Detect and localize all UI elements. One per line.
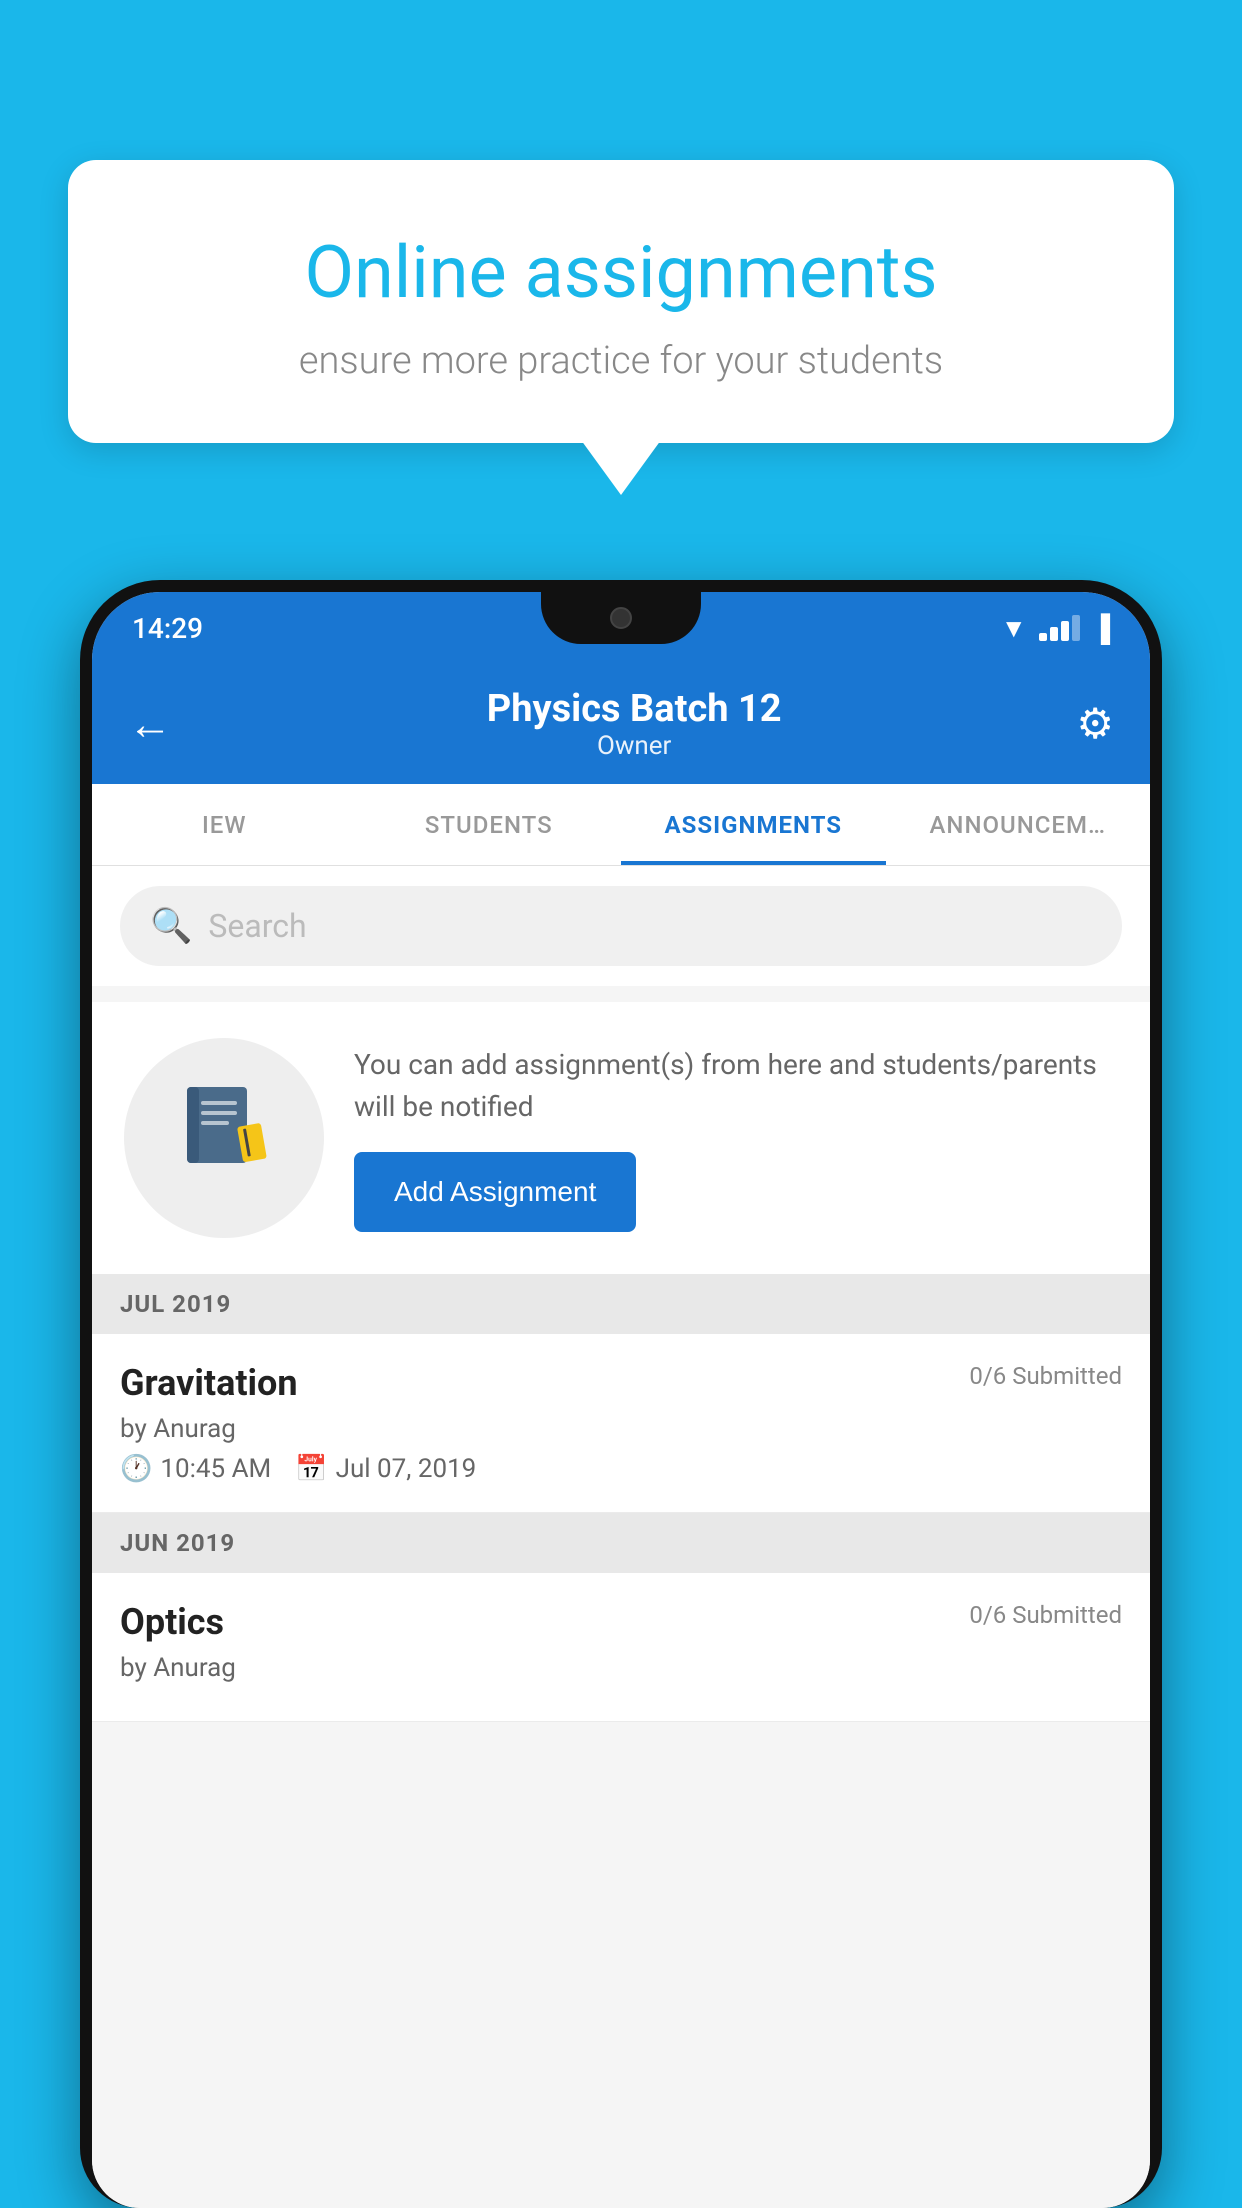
section-jul-label: JUL 2019 (120, 1290, 231, 1318)
table-row[interactable]: Gravitation 0/6 Submitted by Anurag 🕐 10… (92, 1334, 1150, 1513)
tab-iew[interactable]: IEW (92, 784, 357, 865)
header-center: Physics Batch 12 Owner (192, 687, 1076, 761)
info-card: You can add assignment(s) from here and … (92, 1002, 1150, 1274)
assignment-time-value: 10:45 AM (160, 1454, 271, 1484)
phone-frame: 14:29 ▼ ▐ ← Physics Batch 12 Owner (80, 580, 1162, 2208)
signal-icon (1039, 615, 1080, 641)
tab-iew-label: IEW (202, 811, 246, 839)
section-jun-label: JUN 2019 (120, 1529, 235, 1557)
app-header: ← Physics Batch 12 Owner ⚙ (92, 664, 1150, 784)
speech-bubble-title: Online assignments (148, 230, 1094, 315)
assignment-meta: 🕐 10:45 AM 📅 Jul 07, 2019 (120, 1454, 1122, 1484)
status-bar: 14:29 ▼ ▐ (92, 592, 1150, 664)
table-row[interactable]: Optics 0/6 Submitted by Anurag (92, 1573, 1150, 1722)
battery-icon: ▐ (1092, 613, 1110, 644)
assignment-header-row-optics: Optics 0/6 Submitted (120, 1601, 1122, 1643)
speech-bubble: Online assignments ensure more practice … (68, 160, 1174, 443)
assignment-title-optics: Optics (120, 1601, 224, 1643)
tab-bar: IEW STUDENTS ASSIGNMENTS ANNOUNCEM… (92, 784, 1150, 866)
phone-notch (541, 592, 701, 644)
tab-assignments-label: ASSIGNMENTS (664, 811, 842, 839)
assignment-submitted-count: 0/6 Submitted (969, 1362, 1122, 1390)
tab-students-label: STUDENTS (425, 811, 553, 839)
header-title: Physics Batch 12 (192, 687, 1076, 731)
assignment-time: 🕐 10:45 AM (120, 1454, 271, 1484)
phone-screen: 14:29 ▼ ▐ ← Physics Batch 12 Owner (92, 592, 1150, 2208)
wifi-icon: ▼ (1001, 613, 1027, 644)
speech-bubble-container: Online assignments ensure more practice … (68, 160, 1174, 443)
search-bar[interactable]: 🔍 Search (120, 886, 1122, 966)
tab-announcements[interactable]: ANNOUNCEM… (886, 784, 1151, 865)
assignment-title: Gravitation (120, 1362, 298, 1404)
assignment-date: 📅 Jul 07, 2019 (295, 1454, 476, 1484)
search-container: 🔍 Search (92, 866, 1150, 986)
status-time: 14:29 (132, 612, 203, 645)
calendar-icon: 📅 (295, 1454, 327, 1484)
section-jun-2019: JUN 2019 (92, 1513, 1150, 1573)
assignment-date-value: Jul 07, 2019 (336, 1454, 477, 1484)
settings-button[interactable]: ⚙ (1076, 699, 1114, 749)
notebook-icon (179, 1083, 269, 1193)
info-text-area: You can add assignment(s) from here and … (354, 1044, 1118, 1232)
search-icon: 🔍 (150, 906, 192, 946)
header-subtitle: Owner (192, 731, 1076, 761)
back-button[interactable]: ← (128, 698, 172, 750)
tab-announcements-label: ANNOUNCEM… (930, 811, 1106, 839)
section-jul-2019: JUL 2019 (92, 1274, 1150, 1334)
tab-assignments[interactable]: ASSIGNMENTS (621, 784, 886, 865)
speech-bubble-subtitle: ensure more practice for your students (148, 339, 1094, 383)
front-camera (610, 607, 632, 629)
tab-students[interactable]: STUDENTS (357, 784, 622, 865)
assignment-author-optics: by Anurag (120, 1653, 1122, 1683)
status-icons: ▼ ▐ (1001, 613, 1110, 644)
add-assignment-button[interactable]: Add Assignment (354, 1152, 636, 1232)
info-icon-circle (124, 1038, 324, 1238)
clock-icon: 🕐 (120, 1454, 152, 1484)
phone-content: 🔍 Search (92, 866, 1150, 2208)
assignment-header-row: Gravitation 0/6 Submitted (120, 1362, 1122, 1404)
search-placeholder: Search (208, 907, 306, 945)
assignment-submitted-count-optics: 0/6 Submitted (969, 1601, 1122, 1629)
info-description: You can add assignment(s) from here and … (354, 1044, 1118, 1128)
assignment-author: by Anurag (120, 1414, 1122, 1444)
